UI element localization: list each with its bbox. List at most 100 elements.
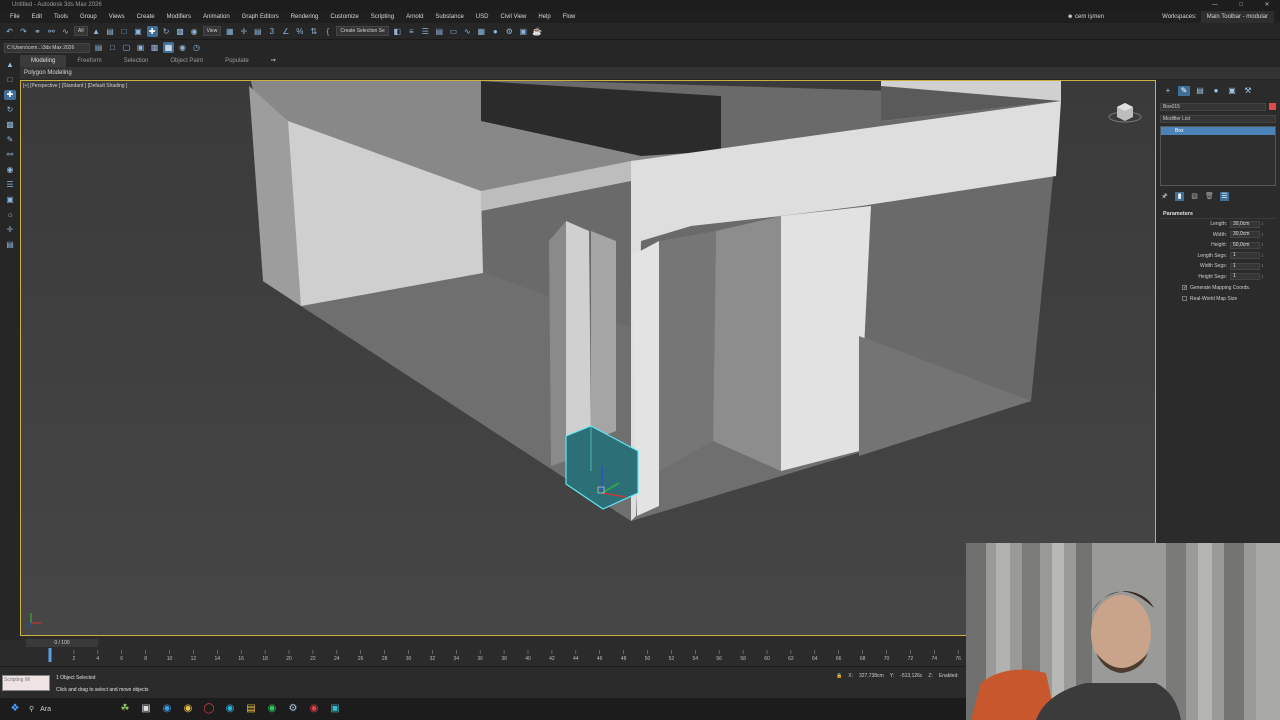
render-icon[interactable]: ☕ — [532, 26, 543, 37]
param-height-input[interactable]: 50,0cm — [1230, 241, 1260, 249]
menu-rendering[interactable]: Rendering — [285, 11, 325, 23]
file-explorer-icon[interactable]: ▤ — [244, 702, 258, 716]
rendered-frame-icon[interactable]: ▣ — [518, 26, 529, 37]
menu-scripting[interactable]: Scripting — [365, 11, 400, 23]
spinner-icon[interactable]: ↕ — [1261, 263, 1264, 269]
undo-icon[interactable]: ↶ — [4, 26, 15, 37]
viewport-layout-icon[interactable]: ▦ — [163, 42, 174, 53]
3dsmax-taskbar-icon[interactable]: ▣ — [328, 702, 342, 716]
recording-app-icon[interactable]: ◉ — [307, 702, 321, 716]
snaps-toggle-icon[interactable]: 3 — [266, 26, 277, 37]
chrome-icon[interactable]: ◉ — [181, 702, 195, 716]
project-folder-icon[interactable]: ▤ — [93, 42, 104, 53]
menu-edit[interactable]: Edit — [26, 11, 48, 23]
spinner-icon[interactable]: ↕ — [1261, 242, 1264, 248]
edge-browser-icon[interactable]: ◉ — [160, 702, 174, 716]
spotify-icon[interactable]: ◉ — [265, 702, 279, 716]
timeline[interactable]: 0 / 100 02468101214161820222426283032343… — [20, 636, 966, 666]
menu-civil-view[interactable]: Civil View — [494, 11, 532, 23]
unlink-icon[interactable]: ⚯ — [46, 26, 57, 37]
display-icon[interactable]: ▤ — [4, 240, 16, 250]
modifier-list-dropdown[interactable]: Modifier List — [1160, 115, 1276, 123]
helper-icon[interactable]: ✛ — [4, 225, 16, 235]
make-unique-icon[interactable]: ▧ — [1190, 192, 1199, 201]
light-icon[interactable]: ☼ — [4, 210, 16, 220]
ribbon-tab-freeform[interactable]: Freeform — [66, 55, 112, 67]
close-button[interactable]: ✕ — [1254, 0, 1280, 11]
snap-to-frame-icon[interactable]: ◉ — [177, 42, 188, 53]
keyboard-shortcut-icon[interactable]: ▤ — [252, 26, 263, 37]
edge-dev-icon[interactable]: ◉ — [223, 702, 237, 716]
scene-explorer-icon[interactable]: ☰ — [420, 26, 431, 37]
menu-customize[interactable]: Customize — [324, 11, 364, 23]
real-world-map-checkbox[interactable]: Real-World Map Size — [1160, 293, 1276, 304]
select-and-move-icon[interactable]: ✚ — [146, 25, 158, 37]
object-color-swatch[interactable] — [1269, 103, 1276, 110]
param-length-segs-input[interactable]: 1 — [1230, 252, 1260, 260]
align-icon[interactable]: ≡ — [406, 26, 417, 37]
menu-help[interactable]: Help — [532, 11, 556, 23]
minimize-button[interactable]: — — [1202, 0, 1228, 11]
remove-modifier-icon[interactable]: 🗑 — [1205, 192, 1214, 201]
menu-arnold[interactable]: Arnold — [400, 11, 429, 23]
render-setup-icon[interactable]: ⚙ — [504, 26, 515, 37]
ref-coord-dropdown[interactable]: View — [202, 26, 222, 36]
spinner-icon[interactable]: ↕ — [1261, 274, 1264, 280]
toggle-ribbon-icon[interactable]: ▭ — [448, 26, 459, 37]
maximize-button[interactable]: □ — [1228, 0, 1254, 11]
current-frame-marker[interactable] — [48, 648, 52, 662]
param-width-segs-input[interactable]: 1 — [1230, 262, 1260, 270]
project-path-field[interactable]: C:\Users\cem...\3ds Max 2026 — [4, 42, 90, 53]
menu-file[interactable]: File — [4, 11, 26, 23]
frame-icon[interactable]: □ — [4, 75, 16, 85]
scale-icon[interactable]: ▩ — [4, 120, 16, 130]
link-icon[interactable]: ⚭ — [32, 26, 43, 37]
user-account[interactable]: ☻ cem işmen — [1067, 11, 1104, 23]
menu-substance[interactable]: Substance — [429, 11, 469, 23]
menu-modifiers[interactable]: Modifiers — [161, 11, 197, 23]
edit-named-selection-icon[interactable]: { — [322, 26, 333, 37]
clock-icon[interactable]: ◷ — [191, 42, 202, 53]
viewport-label[interactable]: [+] [Perspective ] [Standard ] [Default … — [23, 83, 127, 89]
workspace-value[interactable]: Main Toolbar - modular — [1200, 11, 1274, 23]
y-coordinate[interactable]: -513,126c — [900, 673, 922, 679]
new-project-icon[interactable]: □ — [107, 42, 118, 53]
x-coordinate[interactable]: 327,738cm — [859, 673, 884, 679]
ribbon-tab-modeling[interactable]: Modeling — [20, 55, 67, 67]
rotate-icon[interactable]: ↻ — [4, 105, 16, 115]
spinner-icon[interactable]: ↕ — [1261, 221, 1264, 227]
ribbon-tab-populate[interactable]: Populate — [214, 55, 260, 67]
layer-explorer-icon[interactable]: ▤ — [434, 26, 445, 37]
ribbon-tab-object-paint[interactable]: Object Paint — [159, 55, 214, 67]
taskbar-search[interactable]: ⚲ Ara — [29, 702, 111, 716]
menu-animation[interactable]: Animation — [197, 11, 236, 23]
select-by-name-icon[interactable]: ▤ — [105, 26, 116, 37]
workspace-selector[interactable]: Workspaces: Main Toolbar - modular — [1162, 11, 1274, 23]
viewcube-icon[interactable] — [1107, 97, 1143, 125]
select-and-scale-icon[interactable]: ▩ — [175, 26, 186, 37]
param-width-input[interactable]: 30,0cm — [1230, 231, 1260, 239]
move-icon[interactable]: ✚ — [4, 90, 16, 100]
generate-mapping-checkbox[interactable]: ✓ Generate Mapping Coords. — [1160, 282, 1276, 293]
param-length-input[interactable]: 30,0cm — [1230, 220, 1260, 228]
menu-create[interactable]: Create — [131, 11, 161, 23]
spinner-icon[interactable]: ↕ — [1261, 253, 1264, 259]
widgets-icon[interactable]: ☘ — [118, 702, 132, 716]
named-selection-dropdown[interactable]: Create Selection Se — [336, 26, 389, 36]
menu-graph-editors[interactable]: Graph Editors — [236, 11, 285, 23]
angle-snap-icon[interactable]: ∠ — [280, 26, 291, 37]
layers-icon[interactable]: ☰ — [4, 180, 16, 190]
modify-tab-icon[interactable]: ✎ — [1178, 86, 1190, 96]
camera-icon[interactable]: ▣ — [4, 195, 16, 205]
configure-sets-icon[interactable]: ☰ — [1220, 191, 1229, 201]
opera-icon[interactable]: ◯ — [202, 702, 216, 716]
task-view-icon[interactable]: ▣ — [139, 702, 153, 716]
bind-space-warp-icon[interactable]: ∿ — [60, 26, 71, 37]
menu-usd[interactable]: USD — [470, 11, 495, 23]
pivot-center-icon[interactable]: ▦ — [224, 26, 235, 37]
select-manipulate-icon[interactable]: ✛ — [238, 26, 249, 37]
mirror-icon[interactable]: ◧ — [392, 26, 403, 37]
open-project-icon[interactable]: ▢ — [121, 42, 132, 53]
menu-views[interactable]: Views — [103, 11, 131, 23]
selection-region-icon[interactable]: □ — [119, 26, 130, 37]
